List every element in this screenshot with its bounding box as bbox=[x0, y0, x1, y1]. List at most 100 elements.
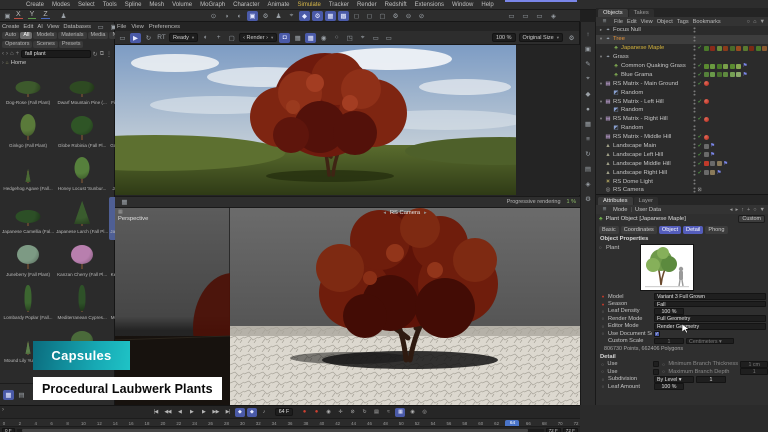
enabled-check-icon[interactable]: ✓ bbox=[698, 161, 703, 167]
material-chip[interactable] bbox=[704, 161, 709, 166]
fit-view-icon[interactable]: ◳ bbox=[344, 33, 355, 43]
anim-dot-icon[interactable]: ○ bbox=[600, 324, 606, 329]
channels-icon[interactable]: ▦ bbox=[305, 33, 316, 43]
material-chip[interactable] bbox=[736, 64, 741, 69]
plant-item[interactable]: Japanese Larch (Fall Pl... bbox=[55, 197, 109, 240]
value-field[interactable]: 1 cm bbox=[740, 361, 768, 368]
enabled-check-icon[interactable]: ✓ bbox=[698, 72, 703, 78]
om-menu-bookmarks[interactable]: Bookmarks bbox=[693, 19, 721, 25]
disable-icon[interactable]: ⊘ bbox=[347, 408, 357, 417]
plant-item[interactable]: Kanzan Cherry (Fall Pl... bbox=[55, 240, 109, 283]
folder-icon[interactable]: ⧉ bbox=[100, 51, 104, 58]
camera-link-icon[interactable]: ⊠ bbox=[698, 187, 702, 193]
snapshot-icon[interactable]: ▭ bbox=[117, 33, 128, 43]
anim-dot-icon[interactable]: ○ bbox=[600, 316, 606, 321]
range-start-field[interactable]: 0 F bbox=[2, 428, 15, 432]
plant-preview-thumbnail[interactable] bbox=[640, 244, 694, 291]
grid-view-icon[interactable]: ▦ bbox=[3, 390, 14, 400]
play-button[interactable]: ▶ bbox=[187, 408, 197, 417]
object-row[interactable]: ◩Random bbox=[596, 88, 768, 97]
axis-z-button[interactable]: Z bbox=[41, 11, 49, 19]
menu-tools[interactable]: Tools bbox=[99, 2, 121, 8]
move-record-icon[interactable]: ✛ bbox=[335, 408, 345, 417]
visibility-dots-icon[interactable] bbox=[693, 107, 696, 113]
object-row[interactable]: ♣Japanese Maple✓⚑ bbox=[596, 44, 768, 53]
material-chip[interactable] bbox=[710, 64, 715, 69]
om-menu-tags[interactable]: Tags bbox=[677, 19, 689, 25]
om-menu-edit[interactable]: Edit bbox=[627, 19, 637, 25]
gear-icon[interactable]: ⚙ bbox=[566, 33, 577, 43]
enabled-check-icon[interactable]: ✓ bbox=[698, 143, 703, 149]
visibility-dots-icon[interactable] bbox=[693, 81, 696, 87]
tab-takes[interactable]: Takes bbox=[629, 9, 654, 17]
ab-subtab-operators[interactable]: Operators bbox=[2, 41, 32, 48]
material-chip[interactable] bbox=[743, 46, 748, 51]
character-icon[interactable]: ♟ bbox=[273, 11, 284, 21]
record-options-button[interactable]: ◉ bbox=[323, 408, 333, 417]
material-chip[interactable] bbox=[723, 46, 728, 51]
crop-icon[interactable]: ▢ bbox=[226, 33, 237, 43]
object-row[interactable]: ▦RS Matrix - Middle Hill✓ bbox=[596, 133, 768, 142]
value-field[interactable]: 100 % bbox=[654, 308, 684, 315]
visibility-dots-icon[interactable] bbox=[693, 179, 696, 185]
value-field[interactable]: 1 bbox=[696, 376, 726, 383]
expand-icon[interactable]: ○ bbox=[599, 245, 602, 250]
render-output-image[interactable] bbox=[115, 45, 516, 195]
start-render-icon[interactable]: ▶ bbox=[130, 33, 141, 43]
sound-button[interactable]: ♪ bbox=[259, 408, 269, 417]
enabled-check-icon[interactable]: ✓ bbox=[698, 152, 703, 158]
tag-flag-icon[interactable]: ⚑ bbox=[717, 170, 722, 176]
status-grid-icon[interactable]: ▦ bbox=[119, 197, 130, 207]
back-icon[interactable]: ‹ bbox=[2, 51, 4, 57]
forward-icon[interactable]: ▸ bbox=[735, 207, 738, 213]
render-settings-icon[interactable]: ⚙ bbox=[260, 11, 271, 21]
lock-icon[interactable]: ◘ bbox=[279, 33, 290, 43]
plant-item[interactable]: Ginkgo (Fall Plant) bbox=[1, 111, 55, 154]
material-chip[interactable] bbox=[704, 72, 709, 77]
menu-window[interactable]: Window bbox=[448, 2, 477, 8]
value-field[interactable]: Render Geometry bbox=[654, 323, 766, 330]
solo-anim-icon[interactable]: ◉ bbox=[407, 408, 417, 417]
menu-select[interactable]: Select bbox=[74, 2, 99, 8]
tag-flag-icon[interactable]: ⚑ bbox=[743, 63, 748, 69]
menu-redshift[interactable]: Redshift bbox=[381, 2, 411, 8]
ab-menu-edit[interactable]: Edit bbox=[23, 24, 33, 30]
material-chip[interactable] bbox=[736, 46, 741, 51]
ab-menu-ai[interactable]: AI bbox=[37, 24, 42, 30]
search-icon[interactable]: ○ bbox=[747, 19, 750, 25]
menu-simulate[interactable]: Simulate bbox=[293, 2, 324, 8]
go-end-button[interactable]: ▶| bbox=[223, 408, 233, 417]
filter-icon[interactable]: ▼ bbox=[760, 207, 765, 213]
prev-frame-button[interactable]: ◀ bbox=[175, 408, 185, 417]
polygons-mode-icon[interactable]: ▦ bbox=[583, 119, 594, 129]
tag-flag-icon[interactable]: ⚑ bbox=[723, 161, 728, 167]
visibility-dots-icon[interactable] bbox=[693, 170, 696, 176]
menu-mograph[interactable]: MoGraph bbox=[196, 2, 229, 8]
disable-icon[interactable]: ⊘ bbox=[416, 11, 427, 21]
enable-axis-icon[interactable]: ≡ bbox=[583, 134, 594, 144]
material-chip[interactable] bbox=[710, 72, 715, 77]
camera-name-label[interactable]: ◂ RS Camera ▸ bbox=[230, 210, 580, 216]
axis-x-button[interactable]: X bbox=[14, 11, 23, 19]
breadcrumb[interactable]: › ⌂ Home bbox=[0, 59, 114, 67]
attr-button-basic[interactable]: Basic bbox=[599, 226, 619, 234]
material-chip[interactable] bbox=[710, 161, 715, 166]
checkbox[interactable]: ✓ bbox=[654, 331, 660, 337]
visibility-dots-icon[interactable] bbox=[693, 134, 696, 140]
object-row[interactable]: ▾▦RS Matrix - Main Ground✓ bbox=[596, 79, 768, 88]
visibility-dots-icon[interactable] bbox=[693, 72, 696, 78]
up-icon[interactable]: ↑ bbox=[741, 207, 744, 213]
timeline-ruler[interactable]: 0246810121416182022242628303234363840424… bbox=[0, 418, 580, 427]
object-row[interactable]: ▲Landscape Main✓⚑ bbox=[596, 142, 768, 151]
value-field[interactable]: 100 % bbox=[654, 383, 684, 390]
material-chip[interactable] bbox=[704, 46, 709, 51]
refresh-icon[interactable]: ↻ bbox=[93, 51, 98, 58]
attr-button-detail[interactable]: Detail bbox=[683, 226, 703, 234]
menu-mesh[interactable]: Mesh bbox=[145, 2, 168, 8]
object-row[interactable]: ▲Landscape Middle Hill✓⚑ bbox=[596, 159, 768, 168]
ab-compare-icon[interactable]: ◐ bbox=[200, 33, 211, 43]
dim-toggle2-icon[interactable]: ◻ bbox=[364, 11, 375, 21]
ab-tab-all[interactable]: All bbox=[20, 32, 32, 39]
menu-spline[interactable]: Spline bbox=[121, 2, 146, 8]
next-frame-button[interactable]: ▶ bbox=[199, 408, 209, 417]
